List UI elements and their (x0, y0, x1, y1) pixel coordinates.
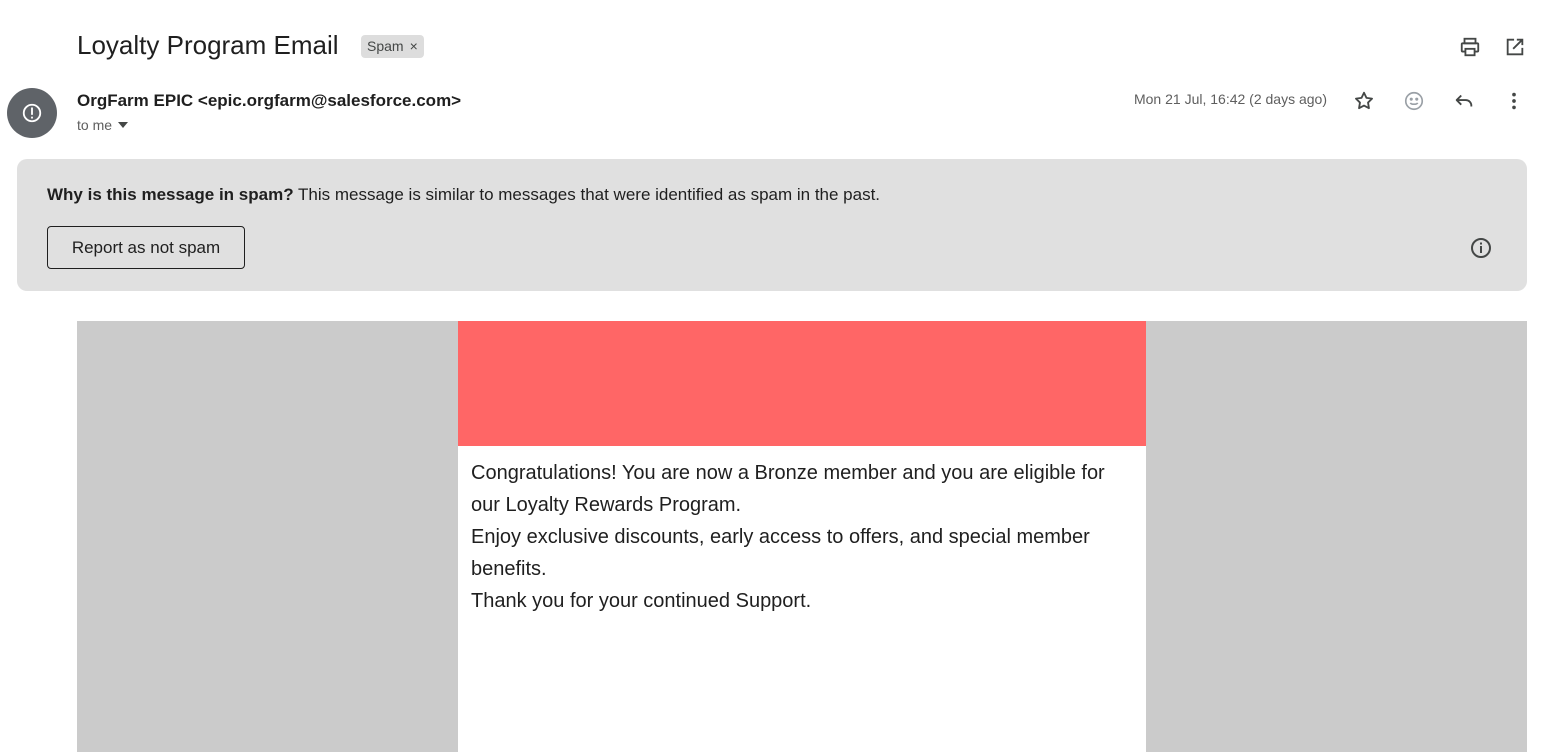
email-body-card: Congratulations! You are now a Bronze me… (458, 321, 1146, 752)
message-line: Enjoy exclusive discounts, early access … (471, 526, 1090, 580)
email-date: Mon 21 Jul, 16:42 (2 days ago) (1133, 91, 1327, 107)
message-line: Thank you for your continued Support. (471, 590, 812, 612)
open-in-new-window-icon[interactable] (1503, 35, 1527, 59)
spam-reason: Why is this message in spam? This messag… (47, 185, 880, 205)
star-icon[interactable] (1352, 89, 1376, 113)
reply-icon[interactable] (1452, 89, 1476, 113)
more-vertical-icon[interactable] (1502, 89, 1526, 113)
avatar[interactable] (7, 88, 57, 138)
email-body-backdrop: Congratulations! You are now a Bronze me… (77, 321, 1527, 752)
spam-warning-banner: Why is this message in spam? This messag… (17, 159, 1527, 291)
report-not-spam-button[interactable]: Report as not spam (47, 226, 245, 269)
sender-name: OrgFarm EPIC <epic.orgfarm@salesforce.co… (77, 91, 462, 110)
spam-warning-icon (22, 103, 42, 123)
message-line: Congratulations! You are now a Bronze me… (471, 462, 1105, 516)
info-icon[interactable] (1469, 236, 1493, 260)
emoji-reaction-icon[interactable] (1402, 89, 1426, 113)
spam-reason-explanation: This message is similar to messages that… (298, 185, 881, 204)
spam-label-chip[interactable]: Spam × (361, 35, 424, 58)
print-icon[interactable] (1458, 35, 1482, 59)
spam-reason-heading: Why is this message in spam? (47, 185, 294, 204)
spam-label-text: Spam (367, 38, 404, 54)
chevron-down-icon (118, 122, 129, 128)
email-subject: Loyalty Program Email (77, 30, 339, 60)
recipient-details-toggle[interactable]: to me (77, 117, 129, 133)
remove-label-icon[interactable]: × (410, 35, 418, 58)
recipient-label: to me (77, 117, 113, 133)
email-header-banner (458, 321, 1146, 446)
email-message: Congratulations! You are now a Bronze me… (471, 457, 1135, 617)
